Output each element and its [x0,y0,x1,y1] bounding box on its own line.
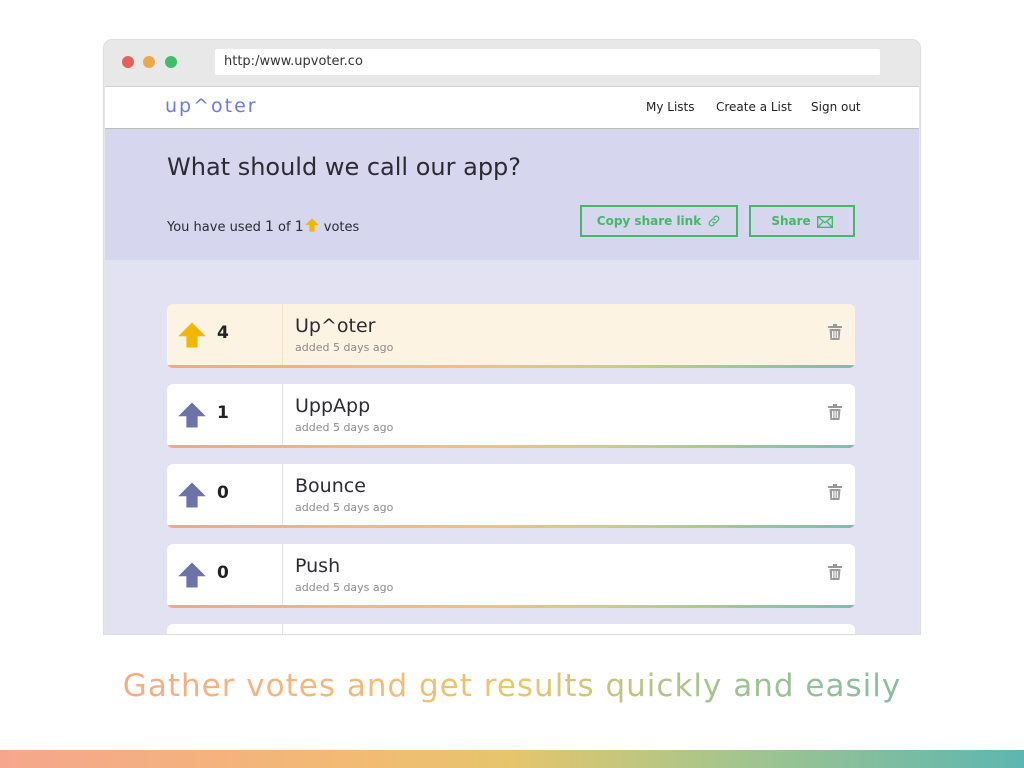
vote-cell: 0 [167,464,283,525]
vote-count: 0 [217,563,229,583]
list-header: What should we call our app? You have us… [105,129,919,260]
votes-suffix: votes [323,220,360,235]
upvote-arrow-icon[interactable] [177,320,207,354]
maximize-window-button[interactable] [165,56,177,68]
upvote-arrow-icon[interactable] [177,400,207,434]
votes-used-count: 1 [264,219,274,235]
item-gradient-bar [167,605,855,608]
item-name: UppApp [295,395,371,417]
share-label: Share [771,214,811,228]
vote-cell: 4 [167,304,283,365]
vote-cell: 1 [167,384,283,445]
item-name: Bounce [295,475,366,497]
share-button[interactable]: Share [749,205,855,237]
browser-window: http:/www.upvoter.co up^oter My Lists Cr… [104,40,920,634]
list-item: 0 Push added 5 days ago [167,544,855,608]
item-gradient-bar [167,365,855,368]
item-added-time: added 5 days ago [295,341,394,354]
nav-link-sign-out[interactable]: Sign out [811,100,861,114]
list-item: 0 Bounce added 5 days ago [167,464,855,528]
link-icon [708,215,720,227]
tagline: Gather votes and get results quickly and… [0,668,1024,704]
votes-used-text: You have used 1 of 1 votes [167,217,359,237]
trash-icon[interactable] [828,484,842,504]
vote-count: 1 [217,403,229,423]
copy-share-link-button[interactable]: Copy share link [580,205,738,237]
item-added-time: added 5 days ago [295,581,394,594]
item-added-time: added 5 days ago [295,501,394,514]
vote-count: 0 [217,483,229,503]
address-bar[interactable]: http:/www.upvoter.co [215,49,880,75]
list-item: 1 UppApp added 5 days ago [167,384,855,448]
trash-icon[interactable] [828,324,842,344]
list-item: 4 Up^oter added 5 days ago [167,304,855,368]
item-name: Up^oter [295,315,376,337]
nav-link-my-lists[interactable]: My Lists [646,100,695,114]
gradient-strip [0,750,1024,768]
copy-share-link-label: Copy share link [596,214,702,228]
close-window-button[interactable] [122,56,134,68]
upvote-arrow-icon[interactable] [177,560,207,594]
item-added-time: added 5 days ago [295,421,394,434]
web-page: up^oter My Lists Create a List Sign out … [105,86,919,634]
list-item-partial [167,624,855,634]
votes-of: of [278,220,291,235]
votes-total-count: 1 [294,219,304,235]
navbar: up^oter My Lists Create a List Sign out [105,86,919,129]
nav-link-create-list[interactable]: Create a List [716,100,792,114]
item-gradient-bar [167,525,855,528]
trash-icon[interactable] [828,564,842,584]
vote-cell: 0 [167,544,283,605]
item-gradient-bar [167,445,855,448]
upvote-arrow-icon [304,217,320,237]
vote-count: 4 [217,323,229,343]
item-name: Push [295,555,341,577]
browser-chrome: http:/www.upvoter.co [104,40,920,86]
page-title: What should we call our app? [167,153,522,181]
votes-prefix: You have used [167,220,261,235]
logo[interactable]: up^oter [165,95,258,117]
minimize-window-button[interactable] [143,56,155,68]
mail-icon [816,216,833,228]
trash-icon[interactable] [828,404,842,424]
vote-cell [167,624,283,634]
upvote-arrow-icon[interactable] [177,480,207,514]
